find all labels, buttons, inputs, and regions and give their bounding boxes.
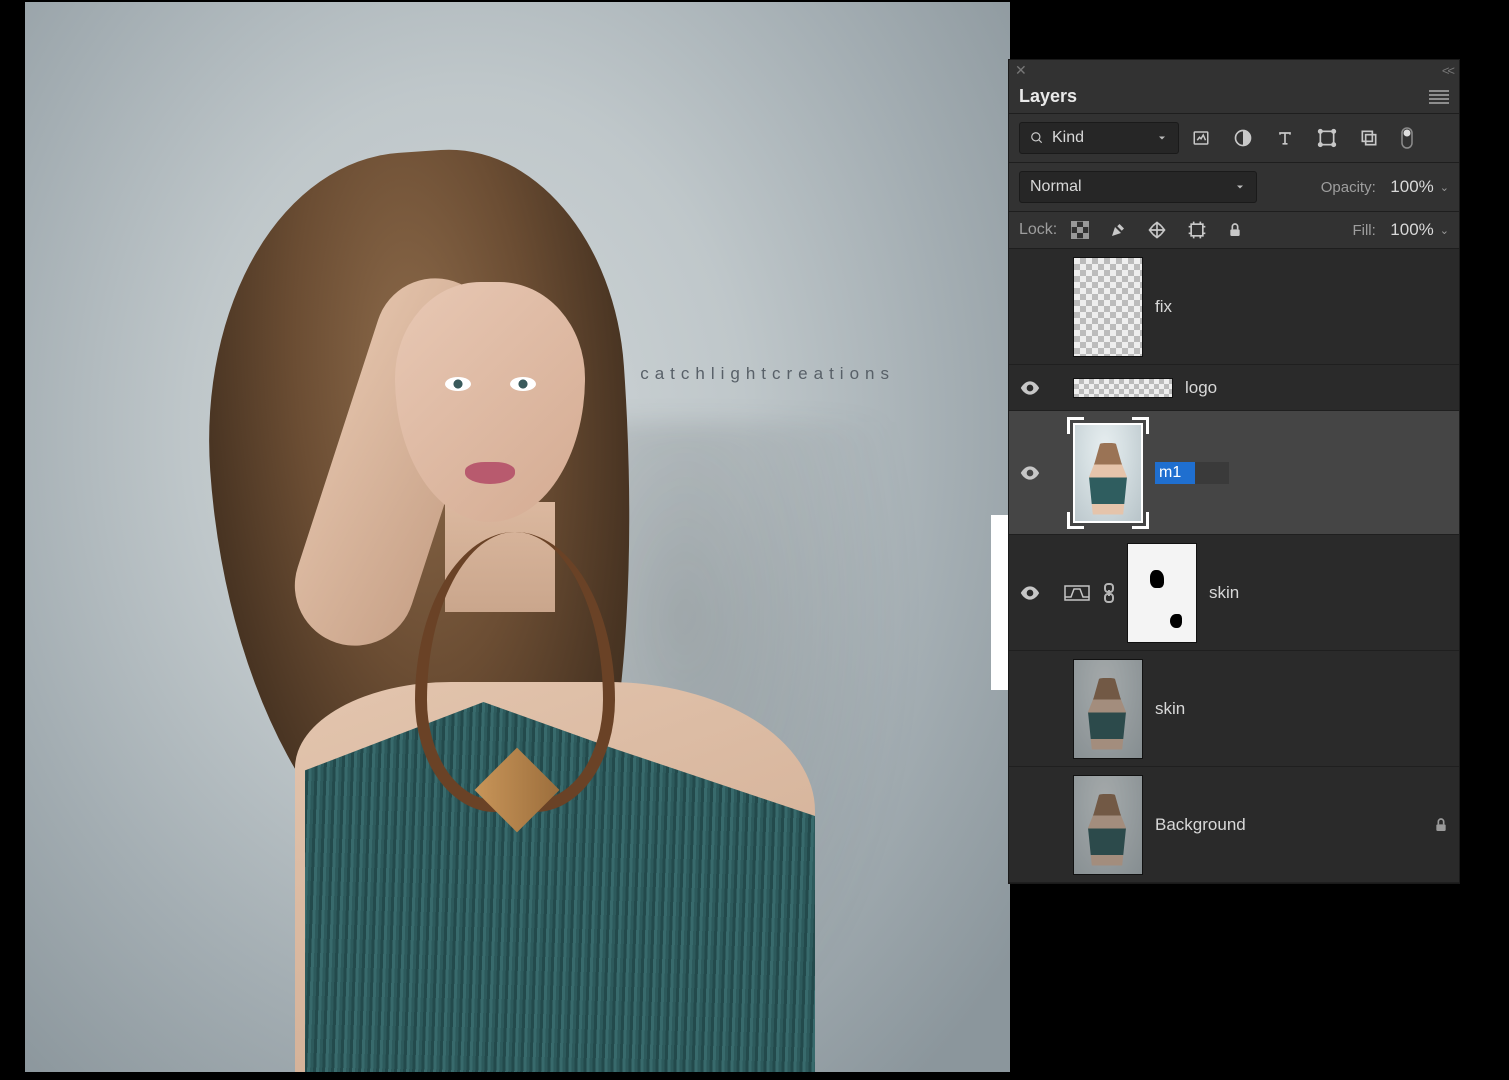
- layer-thumbnail[interactable]: [1073, 378, 1173, 398]
- layer-row-m1[interactable]: [1009, 411, 1459, 535]
- layer-row-logo[interactable]: logo: [1009, 365, 1459, 411]
- filter-kind-dropdown[interactable]: Kind: [1019, 122, 1179, 154]
- opacity-value[interactable]: 100%: [1382, 177, 1434, 197]
- photo-subject: [155, 132, 895, 1072]
- visibility-toggle[interactable]: ◉: [1015, 296, 1045, 317]
- subject-lips: [465, 462, 515, 484]
- lock-artboard-icon[interactable]: [1187, 220, 1207, 240]
- panel-menu-icon[interactable]: [1429, 90, 1449, 104]
- layer-row-skin-adj[interactable]: skin: [1009, 535, 1459, 651]
- document-canvas-area: catchlightcreations: [25, 0, 1010, 1080]
- layer-thumbnail[interactable]: [1073, 257, 1143, 357]
- filter-kind-label: Kind: [1052, 129, 1084, 147]
- chevron-down-icon[interactable]: ⌄: [1440, 181, 1449, 194]
- lock-pixels-icon[interactable]: [1109, 221, 1127, 239]
- filter-adjustment-icon[interactable]: [1233, 128, 1253, 148]
- collapse-icon[interactable]: <<: [1442, 63, 1453, 78]
- layer-thumbnail[interactable]: [1073, 775, 1143, 875]
- adjustment-layer-icon[interactable]: [1063, 583, 1091, 603]
- layer-thumbnail[interactable]: [1073, 659, 1143, 759]
- lock-label: Lock:: [1019, 221, 1057, 239]
- close-icon[interactable]: ✕: [1015, 62, 1027, 79]
- lock-transparency-icon[interactable]: [1071, 221, 1089, 239]
- lock-all-icon[interactable]: [1227, 221, 1243, 239]
- fill-control: Fill: 100% ⌄: [1352, 220, 1449, 240]
- visibility-toggle[interactable]: ◉: [1015, 814, 1045, 835]
- visibility-toggle[interactable]: [1015, 586, 1045, 600]
- layers-list: ◉ fix logo skin: [1009, 249, 1459, 883]
- filter-type-icon[interactable]: [1275, 128, 1295, 148]
- layer-rename-input[interactable]: [1155, 462, 1195, 484]
- blend-mode-label: Normal: [1030, 178, 1082, 196]
- layer-row-background[interactable]: ◉ Background: [1009, 767, 1459, 883]
- visibility-toggle[interactable]: [1015, 466, 1045, 480]
- subject-eye-right: [510, 377, 536, 391]
- layer-mask-thumbnail[interactable]: [1127, 543, 1197, 643]
- filter-toggle-icon[interactable]: [1401, 127, 1413, 149]
- lock-icon[interactable]: [1433, 816, 1449, 834]
- layer-name[interactable]: skin: [1209, 583, 1239, 603]
- panel-tab-bar: Layers: [1009, 80, 1459, 114]
- chevron-down-icon: [1156, 132, 1168, 144]
- opacity-label: Opacity:: [1321, 179, 1376, 196]
- layer-name[interactable]: skin: [1155, 699, 1185, 719]
- layers-panel: ✕ << Layers Kind Normal Opacity: 100% ⌄: [1009, 60, 1459, 883]
- chevron-down-icon: [1234, 181, 1246, 193]
- link-icon[interactable]: [1103, 583, 1115, 603]
- chevron-down-icon[interactable]: ⌄: [1440, 224, 1449, 237]
- blend-row: Normal Opacity: 100% ⌄: [1009, 163, 1459, 212]
- smartobject-frame-icon: [1073, 423, 1143, 523]
- layer-rename-input-wrap: [1155, 462, 1229, 484]
- blend-mode-dropdown[interactable]: Normal: [1019, 171, 1257, 203]
- layer-name[interactable]: fix: [1155, 297, 1172, 317]
- filter-smartobject-icon[interactable]: [1359, 128, 1379, 148]
- layer-row-fix[interactable]: ◉ fix: [1009, 249, 1459, 365]
- filter-shape-icon[interactable]: [1317, 128, 1337, 148]
- document-canvas[interactable]: catchlightcreations: [25, 2, 1010, 1072]
- visibility-toggle[interactable]: [1015, 381, 1045, 395]
- opacity-control: Opacity: 100% ⌄: [1321, 177, 1449, 197]
- search-icon: [1030, 131, 1044, 145]
- fill-value[interactable]: 100%: [1382, 220, 1434, 240]
- visibility-toggle[interactable]: ◉: [1015, 698, 1045, 719]
- lock-row: Lock: Fill: 100% ⌄: [1009, 212, 1459, 249]
- filter-row: Kind: [1009, 114, 1459, 163]
- lock-position-icon[interactable]: [1147, 220, 1167, 240]
- layer-name[interactable]: logo: [1185, 378, 1217, 398]
- fill-label: Fill:: [1352, 222, 1375, 239]
- filter-icons: [1191, 127, 1413, 149]
- layer-row-skin[interactable]: ◉ skin: [1009, 651, 1459, 767]
- layer-name[interactable]: Background: [1155, 815, 1246, 835]
- subject-eye-left: [445, 377, 471, 391]
- rename-selection-tail: [1195, 462, 1229, 484]
- watermark-text: catchlightcreations: [640, 364, 895, 384]
- tab-layers[interactable]: Layers: [1019, 86, 1077, 107]
- filter-pixel-icon[interactable]: [1191, 129, 1211, 147]
- lock-icons: [1071, 220, 1243, 240]
- panel-titlebar[interactable]: ✕ <<: [1009, 60, 1459, 80]
